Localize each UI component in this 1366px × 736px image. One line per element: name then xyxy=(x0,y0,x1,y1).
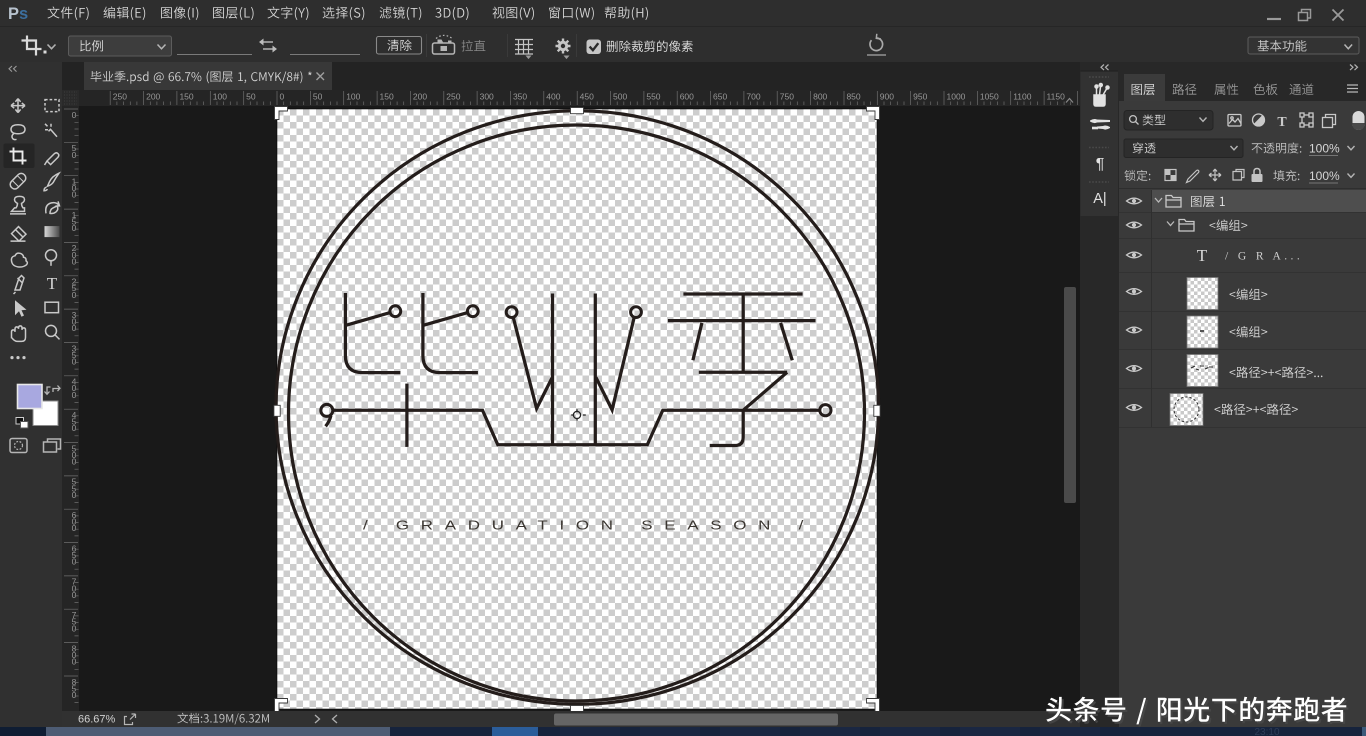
svg-text:s: s xyxy=(19,5,28,23)
svg-text:550: 550 xyxy=(646,92,660,102)
svg-text:100: 100 xyxy=(213,92,227,102)
svg-text:900: 900 xyxy=(880,92,894,102)
svg-text:0: 0 xyxy=(72,150,77,160)
svg-text:T: T xyxy=(1197,246,1208,265)
svg-text:250: 250 xyxy=(113,92,127,102)
svg-text:250: 250 xyxy=(446,92,460,102)
svg-text:50: 50 xyxy=(246,92,256,102)
svg-text:/ GRADUATION SEASON /: / GRADUATION SEASON / xyxy=(363,518,815,533)
svg-text:500: 500 xyxy=(613,92,627,102)
svg-text:600: 600 xyxy=(680,92,694,102)
svg-text:300: 300 xyxy=(480,92,494,102)
svg-text:T: T xyxy=(1277,115,1287,130)
svg-text:0: 0 xyxy=(72,423,77,433)
svg-text:0: 0 xyxy=(72,110,77,120)
svg-text:0: 0 xyxy=(72,557,77,567)
svg-text:1100: 1100 xyxy=(1013,92,1032,102)
svg-text:0: 0 xyxy=(72,623,77,633)
svg-text:0: 0 xyxy=(72,657,77,667)
svg-text:350: 350 xyxy=(513,92,527,102)
svg-text:0: 0 xyxy=(72,690,77,700)
svg-text:A|: A| xyxy=(1093,191,1106,207)
svg-text:0: 0 xyxy=(72,390,77,400)
svg-text:200: 200 xyxy=(413,92,427,102)
svg-text:200: 200 xyxy=(146,92,160,102)
svg-text:450: 450 xyxy=(580,92,594,102)
svg-text:0: 0 xyxy=(72,323,77,333)
svg-text:100%: 100% xyxy=(1309,169,1340,183)
svg-text:950: 950 xyxy=(913,92,927,102)
svg-text:/ G R A...: / G R A... xyxy=(1225,251,1303,263)
svg-text:850: 850 xyxy=(846,92,860,102)
svg-text:800: 800 xyxy=(813,92,827,102)
svg-text:1150: 1150 xyxy=(1047,92,1066,102)
svg-text:0: 0 xyxy=(72,490,77,500)
svg-text:700: 700 xyxy=(746,92,760,102)
svg-text:150: 150 xyxy=(179,92,193,102)
svg-text:0: 0 xyxy=(72,190,77,200)
svg-text:100%: 100% xyxy=(1309,142,1340,156)
svg-text:0: 0 xyxy=(72,356,77,366)
svg-text:0: 0 xyxy=(72,523,77,533)
svg-text:100: 100 xyxy=(346,92,360,102)
svg-text:650: 650 xyxy=(713,92,727,102)
svg-text:0: 0 xyxy=(280,92,285,102)
svg-text:¶: ¶ xyxy=(1096,156,1105,173)
svg-text:0: 0 xyxy=(72,457,77,467)
svg-text:P: P xyxy=(8,5,19,23)
svg-text:0: 0 xyxy=(72,290,77,300)
svg-text:750: 750 xyxy=(780,92,794,102)
svg-text:50: 50 xyxy=(313,92,323,102)
svg-text:T: T xyxy=(47,274,58,293)
svg-text:400: 400 xyxy=(546,92,560,102)
svg-text:66.67%: 66.67% xyxy=(78,714,116,726)
svg-text:0: 0 xyxy=(72,256,77,266)
svg-text:1050: 1050 xyxy=(980,92,999,102)
svg-text:1000: 1000 xyxy=(947,92,966,102)
svg-text:150: 150 xyxy=(380,92,394,102)
svg-text:23:10: 23:10 xyxy=(1254,727,1279,736)
svg-text:0: 0 xyxy=(72,590,77,600)
svg-text:0: 0 xyxy=(72,223,77,233)
